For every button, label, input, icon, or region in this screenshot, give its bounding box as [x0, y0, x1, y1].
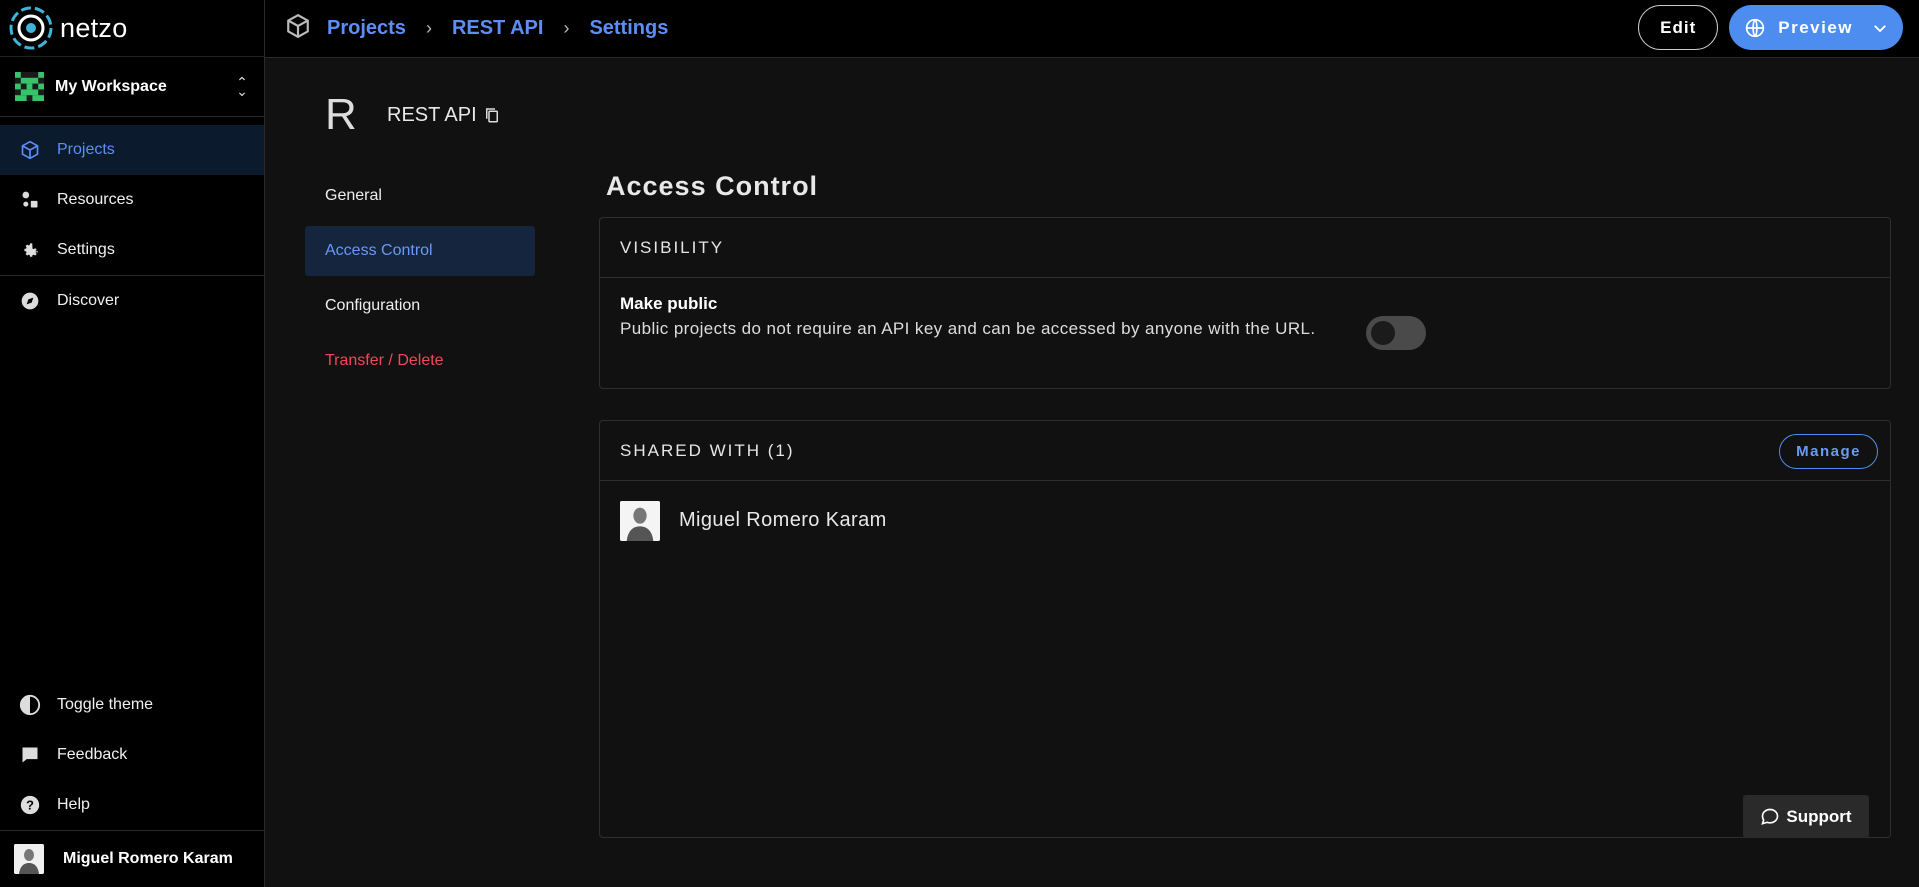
globe-icon [1745, 18, 1765, 38]
make-public-title: Make public [620, 294, 718, 313]
copy-icon[interactable] [483, 106, 501, 124]
breadcrumb-projects[interactable]: Projects [327, 17, 406, 40]
settings-nav-general[interactable]: General [305, 171, 535, 221]
sidebar-bottom: Toggle theme Feedback ? Help Miguel Rome… [0, 680, 264, 887]
toggle-knob [1371, 321, 1395, 345]
topbar: Projects › REST API › Settings Edit Prev… [265, 0, 1919, 58]
breadcrumb-project[interactable]: REST API [452, 17, 544, 40]
chat-icon [19, 744, 41, 766]
project-header: R REST API [325, 90, 501, 140]
manage-button[interactable]: Manage [1779, 434, 1878, 469]
logo[interactable]: netzo [0, 0, 264, 57]
sidebar-item-label: Resources [57, 191, 134, 208]
breadcrumb: Projects › REST API › Settings [265, 13, 668, 44]
user-menu[interactable]: Miguel Romero Karam [0, 830, 264, 887]
settings-nav-access-control[interactable]: Access Control [305, 226, 535, 276]
shared-card: SHARED WITH (1) Manage Miguel Romero Kar… [599, 420, 1891, 838]
workspace-name: My Workspace [55, 77, 167, 95]
workspace-switcher[interactable]: My Workspace ⌃ ⌄ [0, 57, 264, 117]
make-public-toggle[interactable] [1366, 316, 1426, 350]
settings-nav-configuration[interactable]: Configuration [305, 281, 535, 331]
breadcrumb-settings[interactable]: Settings [589, 17, 668, 40]
support-button[interactable]: Support [1743, 795, 1869, 838]
visibility-heading: VISIBILITY [600, 218, 1890, 278]
sidebar-nav: Projects Resources Settings Discover [0, 117, 264, 326]
shared-user-name: Miguel Romero Karam [679, 509, 887, 531]
sidebar-item-label: Help [57, 796, 90, 813]
sidebar-item-label: Discover [57, 292, 120, 309]
sidebar-item-label: Settings [57, 241, 115, 258]
sidebar-item-resources[interactable]: Resources [0, 175, 264, 225]
compass-icon [19, 290, 41, 312]
sidebar-item-toggle-theme[interactable]: Toggle theme [0, 680, 264, 730]
project-name: REST API [387, 103, 477, 126]
section-title: Access Control [606, 171, 819, 201]
sidebar-item-help[interactable]: ? Help [0, 780, 264, 830]
main-content: R REST API General Access Control Config… [265, 58, 1919, 887]
top-actions: Edit Preview [1638, 5, 1903, 50]
chat-bubble-icon [1760, 807, 1780, 827]
support-label: Support [1786, 806, 1852, 826]
logo-text: netzo [60, 12, 128, 43]
gear-icon [19, 239, 41, 261]
chevron-down-icon[interactable] [1871, 19, 1889, 37]
cube-icon [19, 139, 41, 161]
sidebar-item-feedback[interactable]: Feedback [0, 730, 264, 780]
sidebar-item-projects[interactable]: Projects [0, 125, 264, 175]
preview-button[interactable]: Preview [1729, 5, 1903, 50]
avatar [14, 844, 44, 874]
help-icon: ? [19, 794, 41, 816]
visibility-card: VISIBILITY Make public Public projects d… [599, 217, 1891, 389]
sidebar-item-settings[interactable]: Settings [0, 225, 264, 275]
user-name: Miguel Romero Karam [63, 850, 233, 867]
svg-text:?: ? [26, 798, 34, 813]
shared-heading-label: SHARED WITH (1) [620, 440, 795, 460]
contrast-icon [19, 694, 41, 716]
list-item: Miguel Romero Karam [600, 481, 1890, 560]
make-public-description: Public projects do not require an API ke… [620, 319, 1316, 338]
chevron-right-icon: › [425, 18, 432, 38]
avatar [620, 500, 660, 541]
chevron-updown-icon: ⌃ ⌄ [236, 73, 248, 99]
shared-heading: SHARED WITH (1) Manage [600, 421, 1890, 481]
netzo-logo-icon [9, 6, 53, 50]
visibility-body: Make public Public projects do not requi… [600, 278, 1890, 388]
sidebar-item-label: Toggle theme [57, 696, 154, 713]
chevron-right-icon: › [563, 18, 570, 38]
workspace-avatar [15, 72, 44, 101]
preview-label: Preview [1778, 17, 1853, 37]
settings-nav-transfer-delete[interactable]: Transfer / Delete [305, 336, 535, 386]
edit-button[interactable]: Edit [1638, 5, 1719, 50]
project-avatar: R [325, 90, 357, 139]
resources-icon [19, 189, 41, 211]
sidebar-item-label: Projects [57, 141, 115, 158]
cube-icon [285, 13, 311, 44]
sidebar-item-label: Feedback [57, 746, 128, 763]
sidebar-item-discover[interactable]: Discover [0, 276, 264, 326]
sidebar: netzo My Workspace ⌃ ⌄ Projects Resource… [0, 0, 265, 887]
settings-nav: General Access Control Configuration Tra… [305, 171, 535, 391]
